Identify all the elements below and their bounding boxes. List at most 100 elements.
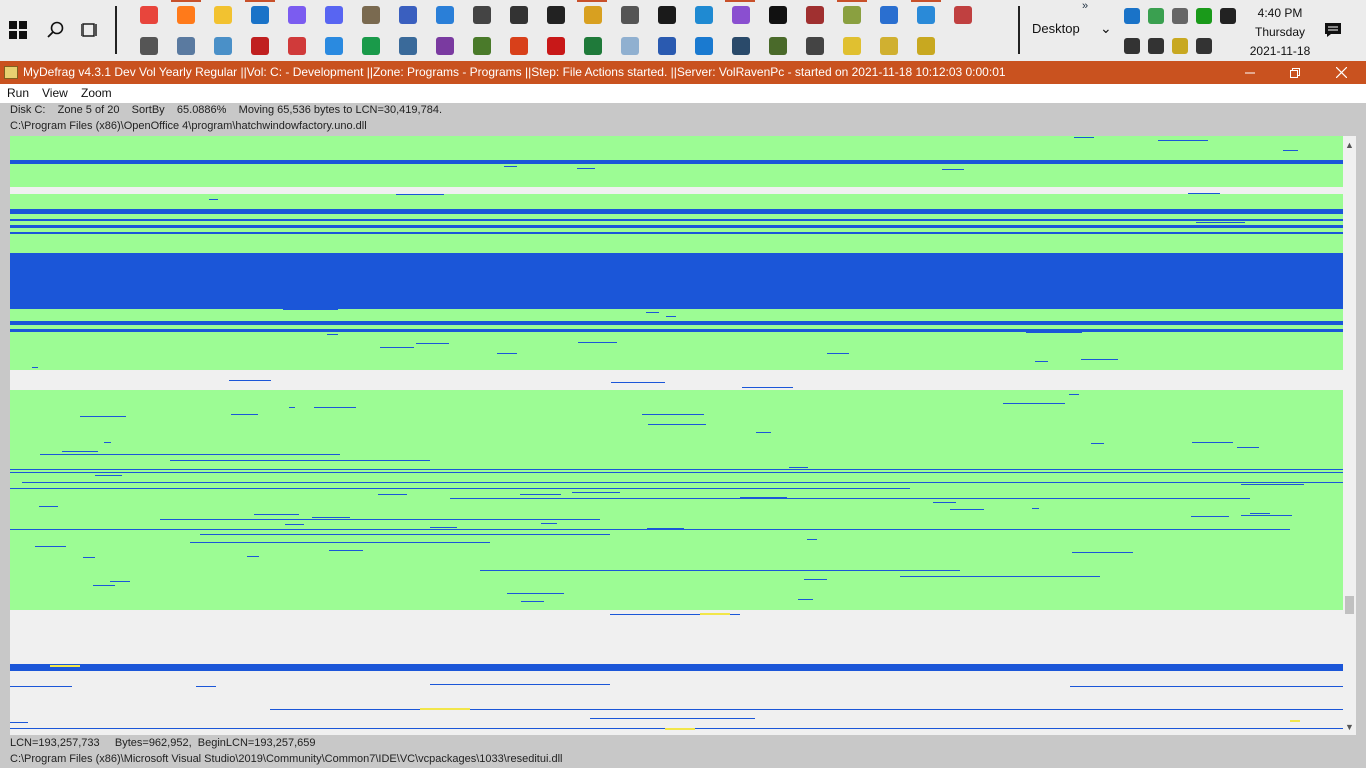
menu-view[interactable]: View	[42, 86, 68, 100]
cluster-segment	[590, 718, 755, 719]
network-tray-icon[interactable]	[1124, 38, 1140, 54]
network-icon[interactable]	[214, 37, 232, 55]
disk-cluster-map[interactable]	[10, 136, 1343, 735]
cluster-segment	[10, 209, 1343, 214]
clock-check-icon[interactable]	[621, 6, 639, 24]
cluster-segment	[10, 529, 1290, 530]
volume-icon[interactable]	[1148, 38, 1164, 54]
cluster-segment	[421, 519, 466, 520]
cluster-segment	[900, 576, 1100, 577]
cluster-segment	[378, 494, 407, 495]
word-icon[interactable]	[658, 37, 676, 55]
cluster-segment	[10, 232, 1343, 234]
menu-zoom[interactable]: Zoom	[81, 86, 112, 100]
tool-icon[interactable]	[806, 6, 824, 24]
window-title-bar[interactable]: MyDefrag v4.3.1 Dev Vol Yearly Regular |…	[0, 61, 1366, 84]
gimp-icon[interactable]	[362, 6, 380, 24]
cluster-segment	[10, 488, 910, 489]
settings-app-icon[interactable]	[843, 6, 861, 24]
spreadsheet-tool-icon[interactable]	[769, 37, 787, 55]
task-view-button[interactable]	[78, 12, 102, 48]
start-button[interactable]	[4, 12, 32, 48]
scanner-icon[interactable]	[473, 6, 491, 24]
messenger-icon[interactable]	[288, 6, 306, 24]
clock[interactable]: 4:40 PM Thursday 2021-11-18	[1240, 4, 1320, 61]
palm-tree-icon[interactable]	[473, 37, 491, 55]
discord-icon[interactable]	[325, 6, 343, 24]
restore-button[interactable]	[1272, 61, 1318, 84]
azure-icon[interactable]	[917, 6, 935, 24]
printer-icon[interactable]	[510, 6, 528, 24]
visio-icon[interactable]	[399, 6, 417, 24]
chrome-icon[interactable]	[140, 6, 158, 24]
mydefrag-icon[interactable]	[917, 37, 935, 55]
money-icon[interactable]	[362, 37, 380, 55]
visual-studio-icon[interactable]	[732, 6, 750, 24]
help-icon[interactable]	[843, 37, 861, 55]
battery-meter-icon[interactable]	[1196, 8, 1212, 24]
cluster-segment	[10, 225, 1343, 228]
vscode-icon[interactable]	[695, 6, 713, 24]
onedrive-icon[interactable]	[1172, 8, 1188, 24]
mydefrag-app-icon[interactable]	[4, 66, 18, 79]
pdf-editor-icon[interactable]	[288, 37, 306, 55]
menu-run[interactable]: Run	[7, 86, 29, 100]
desktop-toolbar-label[interactable]: Desktop	[1032, 21, 1080, 36]
file-region	[10, 253, 1343, 309]
close-button[interactable]	[1318, 61, 1364, 84]
cluster-segment	[10, 469, 1343, 470]
onenote-icon[interactable]	[436, 37, 454, 55]
office-icon[interactable]	[510, 37, 528, 55]
excel-icon[interactable]	[584, 37, 602, 55]
scroll-up-arrow-icon[interactable]: ▲	[1343, 138, 1356, 152]
robot-tray-icon[interactable]	[1196, 38, 1212, 54]
scroll-down-arrow-icon[interactable]: ▼	[1343, 720, 1356, 734]
file-explorer-icon[interactable]	[214, 6, 232, 24]
cluster-segment	[520, 494, 561, 495]
close-icon	[1335, 67, 1347, 78]
command-prompt-icon[interactable]	[769, 6, 787, 24]
pdf-tool-icon[interactable]	[954, 6, 972, 24]
cluster-segment	[289, 407, 295, 408]
file-manager-icon[interactable]	[732, 37, 750, 55]
clipboard-tray-icon[interactable]	[1172, 38, 1188, 54]
cluster-segment	[1074, 137, 1094, 138]
cluster-segment	[283, 309, 338, 310]
cluster-segment	[742, 387, 793, 388]
calendar-app-icon[interactable]	[584, 6, 602, 24]
cluster-segment	[1035, 361, 1048, 362]
cluster-segment	[1070, 686, 1343, 687]
search-button[interactable]	[42, 12, 70, 48]
shield-tray-icon[interactable]	[1148, 8, 1164, 24]
help-doc-icon[interactable]	[880, 37, 898, 55]
photos-icon[interactable]	[436, 6, 454, 24]
powershell-icon[interactable]	[880, 6, 898, 24]
robot-icon[interactable]	[547, 6, 565, 24]
scrollbar-thumb[interactable]	[1345, 596, 1354, 614]
cluster-segment	[635, 274, 684, 275]
minimize-button[interactable]	[1227, 61, 1273, 84]
todo-icon[interactable]	[325, 37, 343, 55]
notepad-icon[interactable]	[621, 37, 639, 55]
cluster-segment	[740, 497, 787, 498]
outlook-icon[interactable]	[251, 6, 269, 24]
action-center-button[interactable]	[1322, 19, 1344, 41]
cluster-segment	[804, 579, 827, 580]
vertical-scrollbar[interactable]: ▲ ▼	[1343, 136, 1356, 735]
photo-viewer-icon[interactable]	[399, 37, 417, 55]
gear-icon[interactable]	[140, 37, 158, 55]
terminal-icon[interactable]	[658, 6, 676, 24]
edge-icon[interactable]	[695, 37, 713, 55]
adobe-reader-icon[interactable]	[547, 37, 565, 55]
chevron-down-icon[interactable]: ⌄	[1100, 20, 1112, 37]
toolbar-overflow-chevron-icon[interactable]: »	[1082, 0, 1088, 12]
outlook-tray-icon[interactable]	[1124, 8, 1140, 24]
cluster-segment	[93, 585, 115, 586]
microphone-icon[interactable]	[1220, 8, 1236, 24]
acrobat-icon[interactable]	[251, 37, 269, 55]
cluster-segment	[40, 454, 340, 455]
cluster-segment	[1072, 552, 1133, 553]
camera-icon[interactable]	[806, 37, 824, 55]
device-manager-icon[interactable]	[177, 37, 195, 55]
firefox-icon[interactable]	[177, 6, 195, 24]
